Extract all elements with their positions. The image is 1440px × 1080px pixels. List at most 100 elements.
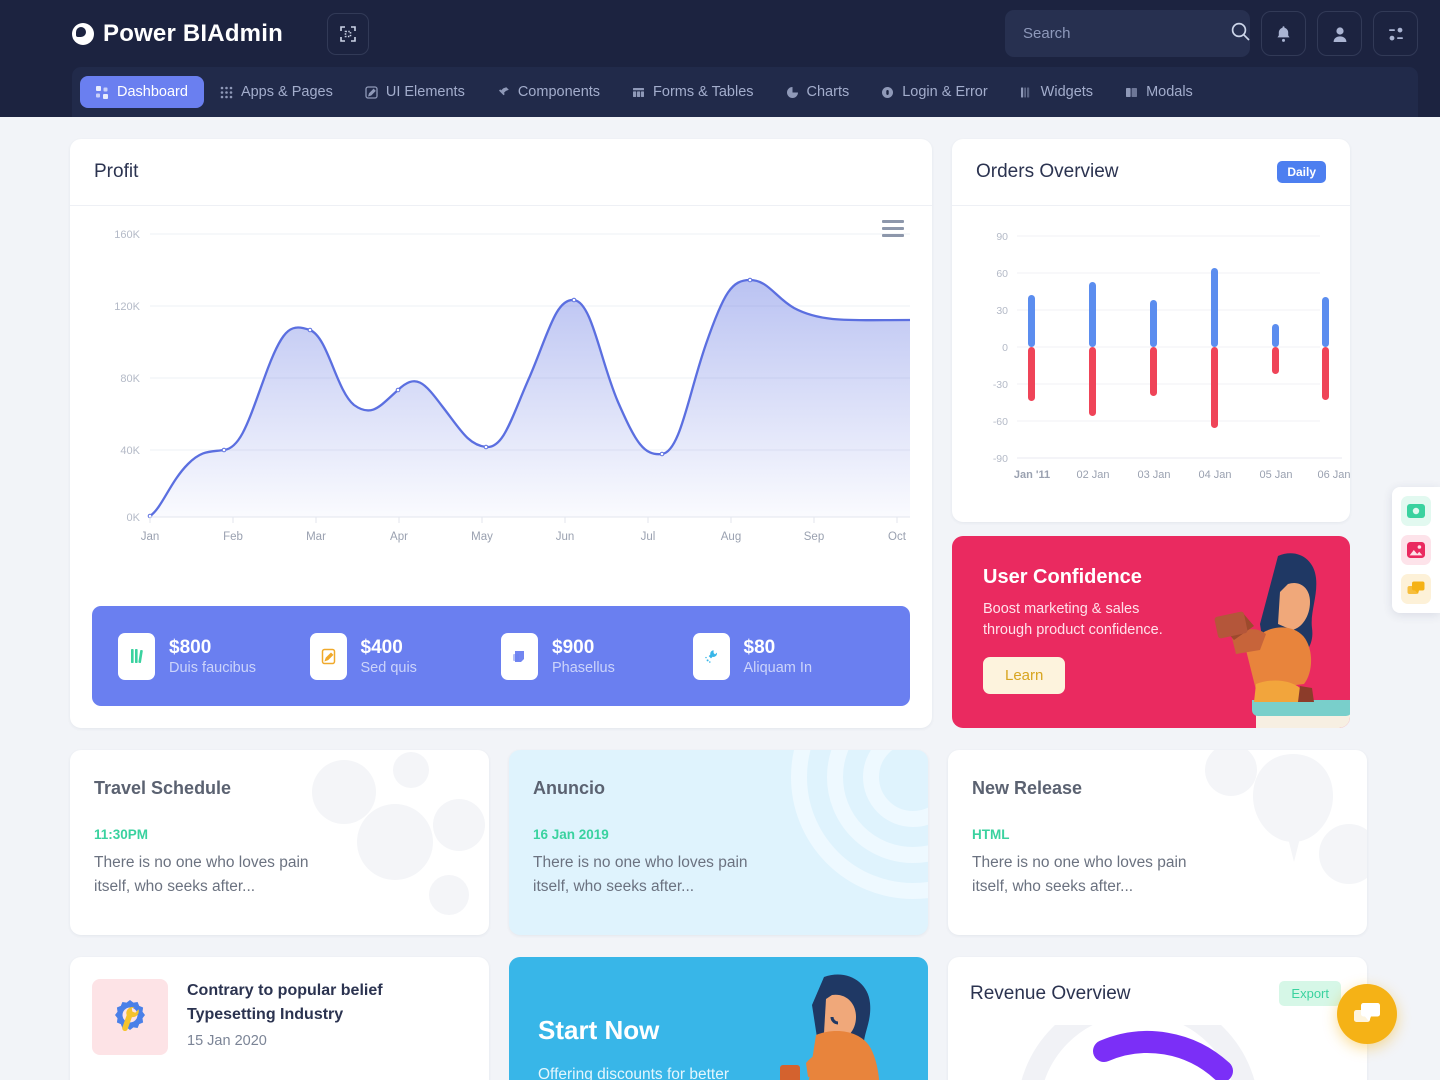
brand-logo[interactable]: Power BIAdmin	[72, 20, 283, 48]
svg-text:03 Jan: 03 Jan	[1137, 469, 1170, 481]
profit-card: Profit 160K 120K 80K 40K 0K Jan Feb Mar …	[70, 139, 932, 728]
nav-item-dashboard[interactable]: Dashboard	[80, 76, 204, 108]
nav-label: Forms & Tables	[653, 84, 754, 100]
svg-text:80K: 80K	[120, 373, 140, 385]
daily-filter-pill[interactable]: Daily	[1277, 161, 1326, 183]
revenue-donut-chart	[1021, 1025, 1255, 1080]
search-input[interactable]	[1023, 25, 1222, 42]
logo-swirl-icon	[72, 22, 94, 45]
stat-label: Phasellus	[552, 659, 615, 676]
settings-button[interactable]	[1373, 11, 1418, 56]
info-card-body: There is no one who loves pain itself, w…	[533, 854, 748, 896]
stat-label: Sed quis	[360, 659, 417, 676]
info-card-meta: 16 Jan 2019	[533, 827, 609, 842]
stat-value: $800	[169, 637, 212, 659]
expand-fullscreen-icon[interactable]	[326, 12, 369, 55]
woman-reading-illustration	[1214, 553, 1350, 728]
svg-text:Jan '11: Jan '11	[1014, 469, 1050, 481]
nav-item-forms-tables[interactable]: Forms & Tables	[616, 76, 769, 108]
export-badge[interactable]: Export	[1279, 981, 1341, 1006]
dock-image-button[interactable]	[1401, 535, 1431, 565]
nav-item-components[interactable]: Components	[481, 76, 616, 108]
user-confidence-title: User Confidence	[983, 566, 1142, 588]
info-card-title: Travel Schedule	[94, 778, 232, 798]
books-icon	[118, 632, 155, 680]
info-card-meta: 11:30PM	[94, 827, 149, 842]
revenue-overview-card: Revenue Overview Export	[948, 957, 1367, 1080]
article-card[interactable]: Contrary to popular belief Typesetting I…	[70, 957, 489, 1080]
info-card-title: Anuncio	[533, 778, 605, 798]
plug-icon	[497, 86, 510, 99]
layers-icon	[501, 632, 538, 680]
window-icon	[1125, 86, 1138, 99]
profit-chart: 160K 120K 80K 40K 0K Jan Feb Mar Apr May…	[70, 206, 932, 606]
nav-label: Dashboard	[117, 84, 188, 100]
orders-card-header: Orders Overview Daily	[952, 139, 1350, 206]
stat-item[interactable]: $400 Sed quis	[309, 632, 502, 680]
orders-title: Orders Overview	[976, 161, 1119, 182]
svg-text:60: 60	[996, 268, 1008, 280]
nav-item-charts[interactable]: Charts	[770, 76, 866, 108]
page-content: Profit 160K 120K 80K 40K 0K Jan Feb Mar …	[0, 117, 1440, 1080]
nav-label: Widgets	[1040, 84, 1094, 100]
columns-icon	[1020, 86, 1033, 99]
hamburger-menu-icon[interactable]	[882, 220, 904, 241]
stat-value: $900	[552, 637, 595, 659]
svg-text:120K: 120K	[114, 301, 140, 313]
right-column: Orders Overview Daily 90 60 30 0 -30-60 …	[952, 139, 1350, 728]
stat-item[interactable]: $900 Phasellus	[501, 632, 693, 680]
search-icon[interactable]	[1230, 21, 1251, 47]
stat-item[interactable]: $80 Aliquam In	[692, 632, 885, 680]
svg-text:Oct: Oct	[888, 531, 907, 543]
svg-text:02 Jan: 02 Jan	[1076, 469, 1109, 481]
profit-card-header: Profit	[70, 139, 932, 206]
svg-text:04 Jan: 04 Jan	[1198, 469, 1231, 481]
nav-item-login-error[interactable]: Login & Error	[865, 76, 1003, 108]
info-card-body: There is no one who loves pain itself, w…	[972, 854, 1187, 896]
info-card-body: There is no one who loves pain itself, w…	[94, 854, 309, 896]
info-card-title: New Release	[972, 778, 1083, 798]
nav-item-modals[interactable]: Modals	[1109, 76, 1209, 108]
svg-text:0K: 0K	[127, 512, 141, 524]
svg-text:160K: 160K	[114, 229, 140, 241]
svg-text:Jun: Jun	[556, 531, 575, 543]
stat-value: $400	[360, 637, 403, 659]
nav-label: Charts	[806, 84, 850, 100]
search-box[interactable]	[1005, 10, 1250, 57]
travel-schedule-card: Travel Schedule 11:30PM There is no one …	[70, 750, 489, 935]
start-now-card: Start Now Offering discounts for better	[509, 957, 928, 1080]
nav-item-apps-pages[interactable]: Apps & Pages	[204, 76, 349, 108]
nav-item-widgets[interactable]: Widgets	[1004, 76, 1109, 108]
svg-text:0: 0	[1002, 342, 1008, 354]
table-icon	[632, 86, 645, 99]
notifications-button[interactable]	[1261, 11, 1306, 56]
stat-item[interactable]: $800 Duis faucibus	[118, 632, 310, 680]
grid-squares-icon	[96, 85, 109, 99]
svg-text:Jul: Jul	[641, 531, 656, 543]
dock-money-button[interactable]	[1401, 496, 1431, 526]
chat-fab-button[interactable]	[1337, 984, 1397, 1044]
svg-text:-60: -60	[993, 416, 1008, 428]
top-header: Power BIAdmin	[0, 0, 1440, 67]
pie-chart-icon	[786, 86, 799, 99]
svg-text:May: May	[471, 531, 493, 543]
spark-icon	[692, 632, 730, 680]
orders-bar-chart: 90 60 30 0 -30 -60 -90 Jan '11 02 Jan 03…	[952, 206, 1350, 516]
apps-dots-icon	[220, 86, 233, 99]
profit-stats-bar: $800 Duis faucibus $400 Sed quis $900 Ph…	[92, 606, 910, 706]
page-title: Profit	[94, 161, 139, 182]
profit-area-chart: 160K 120K 80K 40K 0K Jan Feb Mar Apr May Ju…	[114, 229, 911, 543]
side-dock	[1392, 487, 1440, 613]
pencil-square-icon	[365, 85, 378, 99]
dock-chat-button[interactable]	[1401, 574, 1431, 604]
gear-wrench-icon	[92, 979, 168, 1055]
learn-button[interactable]: Learn	[983, 657, 1066, 695]
nav-item-ui-elements[interactable]: UI Elements	[349, 76, 481, 108]
svg-text:40K: 40K	[120, 445, 140, 457]
nav-label: Components	[517, 84, 601, 100]
svg-text:Aug: Aug	[721, 531, 741, 543]
svg-text:06 Jan: 06 Jan	[1317, 469, 1350, 481]
nav-label: Login & Error	[902, 84, 988, 100]
revenue-title: Revenue Overview	[970, 982, 1131, 1004]
profile-button[interactable]	[1317, 11, 1362, 56]
